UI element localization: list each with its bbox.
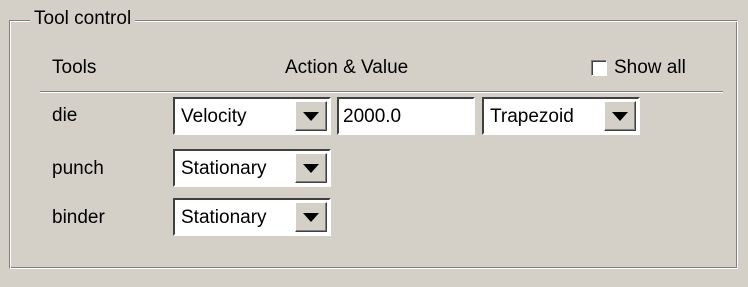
die-action-value: Velocity — [181, 106, 247, 127]
chevron-down-icon[interactable] — [295, 101, 327, 131]
show-all-checkbox[interactable] — [591, 60, 607, 76]
chevron-down-icon[interactable] — [295, 202, 327, 232]
punch-action-select[interactable]: Stationary — [173, 149, 331, 187]
tool-label-die: die — [52, 105, 78, 126]
die-value-text: 2000.0 — [343, 106, 402, 127]
die-profile-value: Trapezoid — [490, 106, 574, 127]
header-separator — [40, 91, 723, 93]
die-action-select[interactable]: Velocity — [173, 97, 331, 135]
die-profile-select[interactable]: Trapezoid — [482, 97, 640, 135]
chevron-down-icon[interactable] — [604, 101, 636, 131]
tool-label-punch: punch — [52, 158, 104, 179]
tools-column-header: Tools — [52, 57, 97, 78]
binder-action-value: Stationary — [181, 207, 267, 228]
die-value-input[interactable]: 2000.0 — [337, 97, 475, 135]
chevron-down-icon[interactable] — [295, 153, 327, 183]
group-title: Tool control — [30, 8, 136, 30]
action-value-column-header: Action & Value — [285, 57, 409, 78]
punch-action-value: Stationary — [181, 158, 267, 179]
binder-action-select[interactable]: Stationary — [173, 198, 331, 236]
tool-label-binder: binder — [52, 207, 105, 228]
show-all-label[interactable]: Show all — [614, 55, 686, 81]
